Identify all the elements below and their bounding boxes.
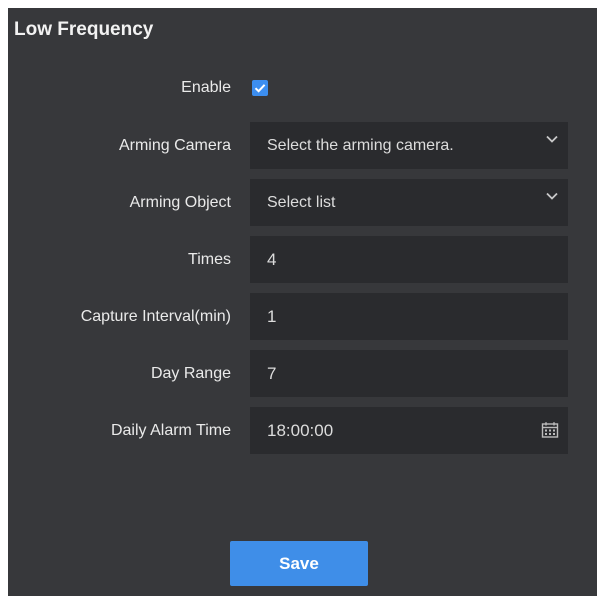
arming-camera-select[interactable]: Select the arming camera. xyxy=(250,122,568,169)
day-range-value: 7 xyxy=(267,364,277,383)
save-button[interactable]: Save xyxy=(230,541,368,586)
daily-alarm-time-label: Daily Alarm Time xyxy=(110,422,231,439)
day-range-input[interactable]: 7 xyxy=(250,350,568,397)
arming-object-select[interactable]: Select list xyxy=(250,179,568,226)
day-range-label: Day Range xyxy=(150,365,231,382)
daily-alarm-time-row: Daily Alarm Time 18:00:00 xyxy=(8,407,597,454)
arming-camera-label: Arming Camera xyxy=(118,137,231,154)
daily-alarm-time-value: 18:00:00 xyxy=(267,421,334,440)
enable-row: Enable xyxy=(8,64,597,111)
capture-interval-row: Capture Interval(min) 1 xyxy=(8,293,597,340)
capture-interval-label: Capture Interval(min) xyxy=(80,308,231,325)
arming-object-label: Arming Object xyxy=(129,194,231,211)
daily-alarm-time-input[interactable]: 18:00:00 xyxy=(250,407,568,454)
enable-label: Enable xyxy=(181,79,231,96)
arming-camera-row: Arming Camera Select the arming camera. xyxy=(8,122,597,169)
calendar-icon[interactable] xyxy=(541,421,559,439)
capture-interval-value: 1 xyxy=(267,307,277,326)
chevron-down-icon xyxy=(546,135,558,143)
arming-camera-placeholder: Select the arming camera. xyxy=(267,137,454,154)
arming-object-row: Arming Object Select list xyxy=(8,179,597,226)
arming-object-placeholder: Select list xyxy=(267,194,336,211)
capture-interval-input[interactable]: 1 xyxy=(250,293,568,340)
day-range-row: Day Range 7 xyxy=(8,350,597,397)
times-label: Times xyxy=(188,251,231,268)
checkmark-icon xyxy=(254,84,266,93)
chevron-down-icon xyxy=(546,192,558,200)
times-value: 4 xyxy=(267,250,277,269)
times-input[interactable]: 4 xyxy=(250,236,568,283)
enable-checkbox[interactable] xyxy=(252,80,268,96)
times-row: Times 4 xyxy=(8,236,597,283)
panel-title: Low Frequency xyxy=(14,19,154,40)
low-frequency-panel: Low Frequency Enable Arming Camera Selec… xyxy=(8,8,597,596)
